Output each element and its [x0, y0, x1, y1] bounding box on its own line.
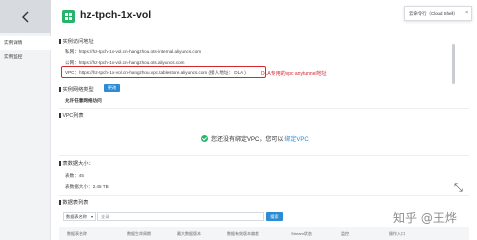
size-label: 表数据大小：	[65, 184, 93, 189]
private-value: https://hz-tpch-1x-vol.cn-hangzhou.ots-i…	[78, 49, 202, 54]
sidebar: 实例详情 实例监控	[0, 0, 51, 240]
column-header: 最大数据版本	[177, 231, 201, 236]
back-button[interactable]	[0, 0, 51, 33]
size-value: 2.45 TB	[92, 184, 109, 189]
close-icon[interactable]: ×	[465, 7, 468, 20]
table-count-row: 表数：45	[65, 173, 84, 179]
empty-text: 您还没有绑定VPC，您可以	[211, 137, 284, 143]
vpc-empty-state: 您还没有绑定VPC，您可以 绑定VPC	[201, 134, 309, 143]
page-title: hz-tpch-1x-vol	[80, 9, 152, 21]
vpc-address-row: VPC：https://hz-tpch-1x-vol.cn-hangzhou.v…	[65, 70, 246, 76]
filter-select[interactable]: 数据表名称 ▾	[63, 212, 96, 221]
table-size-row: 表数据大小：2.45 TB	[65, 184, 109, 190]
column-header: 操作入口	[389, 231, 405, 236]
tablestore-logo-icon	[62, 10, 75, 23]
scrollbar[interactable]	[452, 44, 455, 84]
section-data-tables: 数据表列表	[59, 199, 88, 206]
section-title: 数据表列表	[62, 200, 89, 206]
section-title: VPC列表	[62, 113, 84, 119]
search-button[interactable]: 搜索	[266, 212, 283, 221]
section-network-type: 实例网络类型	[59, 86, 94, 93]
column-header: 数据生命周期	[127, 231, 151, 236]
cloud-shell-popup[interactable]: 云命令行（Cloud Shell） ×	[404, 6, 472, 21]
section-title: 实例网络类型	[62, 87, 94, 93]
app-window: 实例详情 实例监控 hz-tpch-1x-vol 实例访问地址 私网：https…	[0, 0, 477, 240]
public-value: https://hz-tpch-1x-vol.cn-hangzhou.ots.a…	[78, 60, 185, 65]
table-header: 数据表名称 数据生命周期 最大数据版本 数据有效版本偏差 Stream状态 监控…	[59, 227, 469, 240]
search-input[interactable]: 支录	[97, 212, 264, 221]
vpc-value: https://hz-tpch-1x-vol.cn-hangzhou.vpc.t…	[79, 70, 208, 75]
divider	[59, 108, 469, 109]
sidebar-item-instance-details[interactable]: 实例详情	[0, 36, 51, 50]
divider	[59, 155, 469, 156]
success-check-icon	[201, 135, 208, 142]
filter-select-value: 数据表名称	[66, 214, 87, 219]
resize-arrows-icon[interactable]: ⤡	[454, 182, 463, 195]
change-network-button[interactable]: 更改	[104, 84, 120, 92]
count-label: 表数：	[65, 173, 79, 178]
section-table-size: 表数据大小：	[59, 160, 94, 167]
divider	[59, 195, 469, 196]
sidebar-item-instance-monitoring[interactable]: 实例监控	[0, 50, 51, 64]
watermark: 知乎 @王烨	[393, 211, 457, 225]
allow-any-network-label: 允许任意网络访问	[65, 98, 102, 103]
column-header: 数据有效版本偏差	[227, 231, 259, 236]
section-vpc-list: VPC列表	[59, 112, 84, 119]
main-content: hz-tpch-1x-vol 实例访问地址 私网：https://hz-tpch…	[51, 0, 477, 240]
red-annotation: DLA专用的vpc anytunnel地址	[261, 71, 327, 77]
column-header: Stream状态	[291, 231, 312, 236]
cloud-shell-label: 云命令行（Cloud Shell）	[409, 11, 458, 16]
vpc-note: (接入地址： DLA )	[208, 70, 246, 75]
bind-vpc-link[interactable]: 绑定VPC	[284, 134, 308, 143]
section-access-address: 实例访问地址	[59, 38, 94, 45]
chevron-down-icon: ▾	[90, 214, 93, 219]
column-header: 监控	[341, 231, 349, 236]
search-placeholder: 支录	[101, 214, 110, 219]
chevron-left-icon	[21, 11, 28, 22]
vpc-label: VPC：	[65, 70, 80, 75]
count-value: 45	[78, 173, 84, 178]
section-title: 实例访问地址	[62, 39, 94, 45]
private-label: 私网：	[65, 49, 79, 54]
column-header: 数据表名称	[67, 231, 87, 236]
section-title: 表数据大小：	[62, 161, 94, 167]
private-address-row: 私网：https://hz-tpch-1x-vol.cn-hangzhou.ot…	[65, 49, 201, 55]
